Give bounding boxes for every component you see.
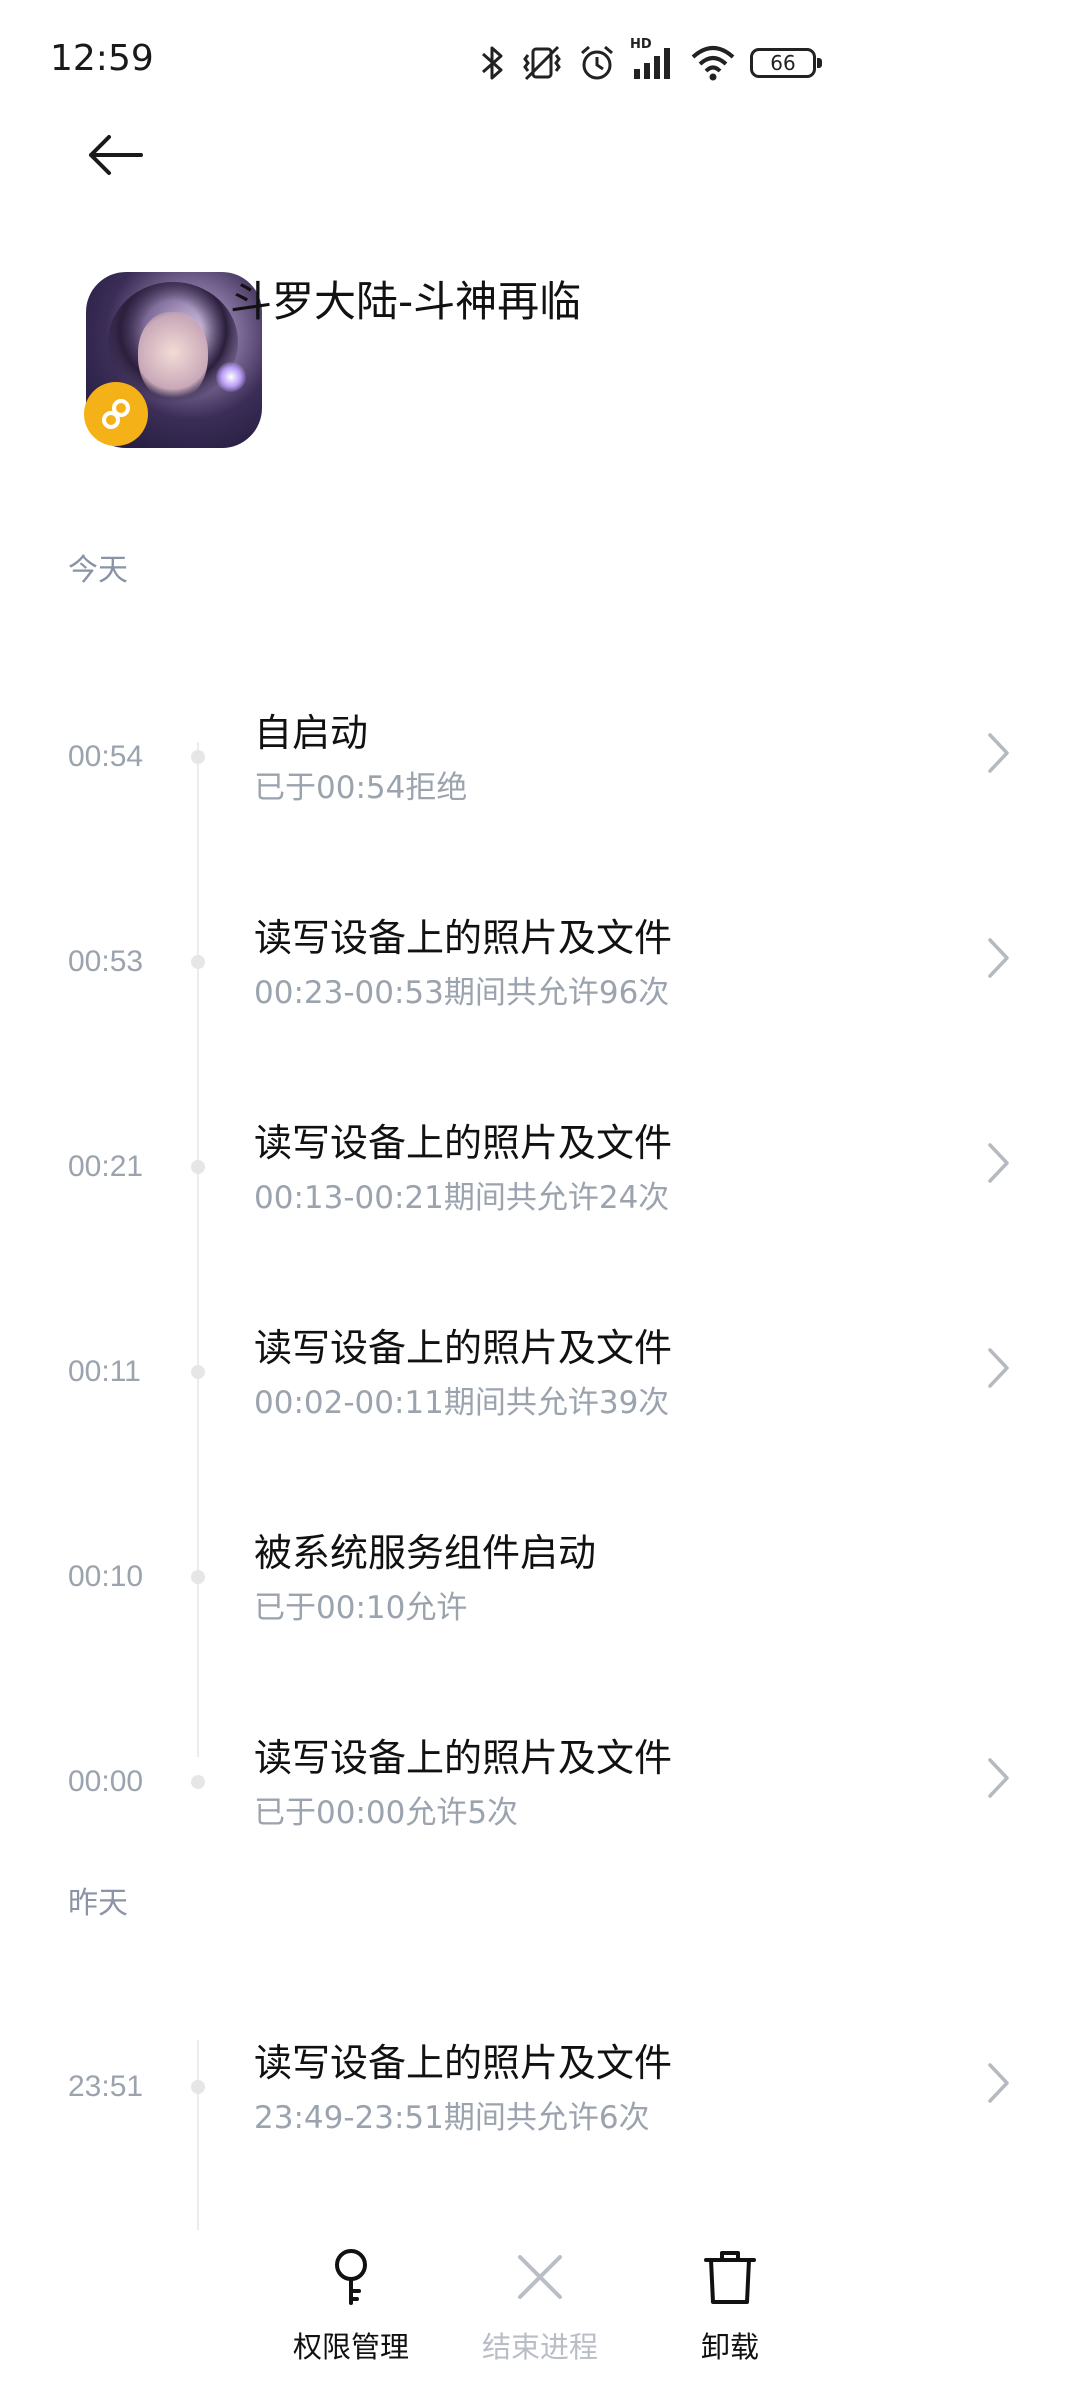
timeline-dot xyxy=(191,1570,205,1584)
status-time: 12:59 xyxy=(50,38,154,79)
vibrate-off-icon xyxy=(520,43,564,83)
chevron-right-icon xyxy=(988,2063,1009,2103)
chevron-right-icon xyxy=(988,1348,1009,1388)
key-icon xyxy=(329,2242,373,2312)
bottom-action-bar: 权限管理 结束进程 卸载 xyxy=(0,2230,1080,2400)
event-time: 00:10 xyxy=(68,1560,144,1593)
uninstall-button[interactable]: 卸载 xyxy=(635,2230,825,2380)
end-process-label: 结束进程 xyxy=(481,2330,598,2364)
permissions-label: 权限管理 xyxy=(292,2330,409,2364)
app-name: 斗罗大陆-斗神再临 xyxy=(230,277,582,326)
back-button[interactable] xyxy=(70,120,160,190)
signal-icon: HD xyxy=(630,37,676,83)
timeline-dot xyxy=(191,955,205,969)
end-process-button[interactable]: 结束进程 xyxy=(445,2230,635,2380)
event-time: 23:51 xyxy=(68,2070,144,2103)
event-row[interactable]: 23:51 读写设备上的照片及文件 23:49-23:51期间共允许6次 xyxy=(0,2010,1080,2210)
timeline-dot xyxy=(191,750,205,764)
chevron-right-icon xyxy=(988,1758,1009,1798)
event-subtitle: 已于00:00允许5次 xyxy=(254,1795,519,1831)
timeline-dot xyxy=(191,1365,205,1379)
event-subtitle: 00:23-00:53期间共允许96次 xyxy=(254,975,670,1011)
event-title: 读写设备上的照片及文件 xyxy=(254,1326,673,1370)
section-today-label: 今天 xyxy=(68,553,128,588)
event-row[interactable]: 00:54 自启动 已于00:54拒绝 xyxy=(0,680,1080,880)
link-badge-icon xyxy=(84,382,148,446)
event-row[interactable]: 00:53 读写设备上的照片及文件 00:23-00:53期间共允许96次 xyxy=(0,885,1080,1085)
timeline-dot xyxy=(191,2080,205,2094)
event-time: 00:11 xyxy=(68,1355,141,1388)
event-title: 被系统服务组件启动 xyxy=(254,1531,597,1575)
event-row[interactable]: 00:11 读写设备上的照片及文件 00:02-00:11期间共允许39次 xyxy=(0,1295,1080,1495)
event-time: 00:53 xyxy=(68,945,144,978)
hd-badge: HD xyxy=(630,37,652,52)
battery-level: 66 xyxy=(770,51,796,75)
event-title: 读写设备上的照片及文件 xyxy=(254,2041,673,2085)
event-title: 读写设备上的照片及文件 xyxy=(254,916,673,960)
event-time: 00:21 xyxy=(68,1150,144,1183)
event-subtitle: 已于00:54拒绝 xyxy=(254,770,468,806)
trash-icon xyxy=(702,2242,758,2312)
alarm-icon xyxy=(578,43,616,83)
event-time: 00:00 xyxy=(68,1765,144,1798)
event-subtitle: 23:49-23:51期间共允许6次 xyxy=(254,2100,650,2136)
uninstall-label: 卸载 xyxy=(700,2330,759,2364)
status-icons: HD 66 xyxy=(480,37,822,88)
permissions-button[interactable]: 权限管理 xyxy=(256,2230,446,2380)
status-bar: 12:59 HD 66 xyxy=(0,0,1080,120)
event-subtitle: 00:13-00:21期间共允许24次 xyxy=(254,1180,670,1216)
arrow-left-icon xyxy=(89,135,143,175)
chevron-right-icon xyxy=(988,733,1009,773)
timeline-dot xyxy=(191,1775,205,1789)
event-title: 自启动 xyxy=(254,711,369,755)
event-row[interactable]: 00:21 读写设备上的照片及文件 00:13-00:21期间共允许24次 xyxy=(0,1090,1080,1290)
battery-icon: 66 xyxy=(750,48,822,78)
event-title: 读写设备上的照片及文件 xyxy=(254,1121,673,1165)
event-subtitle: 已于00:10允许 xyxy=(254,1590,468,1626)
bluetooth-icon xyxy=(480,43,506,83)
chevron-right-icon xyxy=(988,938,1009,978)
event-title: 读写设备上的照片及文件 xyxy=(254,1736,673,1780)
wifi-icon xyxy=(690,43,736,83)
close-icon xyxy=(515,2242,565,2312)
event-row: 00:10 被系统服务组件启动 已于00:10允许 xyxy=(0,1500,1080,1700)
timeline-dot xyxy=(191,1160,205,1174)
chevron-right-icon xyxy=(988,1143,1009,1183)
section-yesterday-label: 昨天 xyxy=(68,1886,128,1921)
event-row[interactable]: 00:00 读写设备上的照片及文件 已于00:00允许5次 xyxy=(0,1705,1080,1905)
event-time: 00:54 xyxy=(68,740,144,773)
event-subtitle: 00:02-00:11期间共允许39次 xyxy=(254,1385,670,1421)
